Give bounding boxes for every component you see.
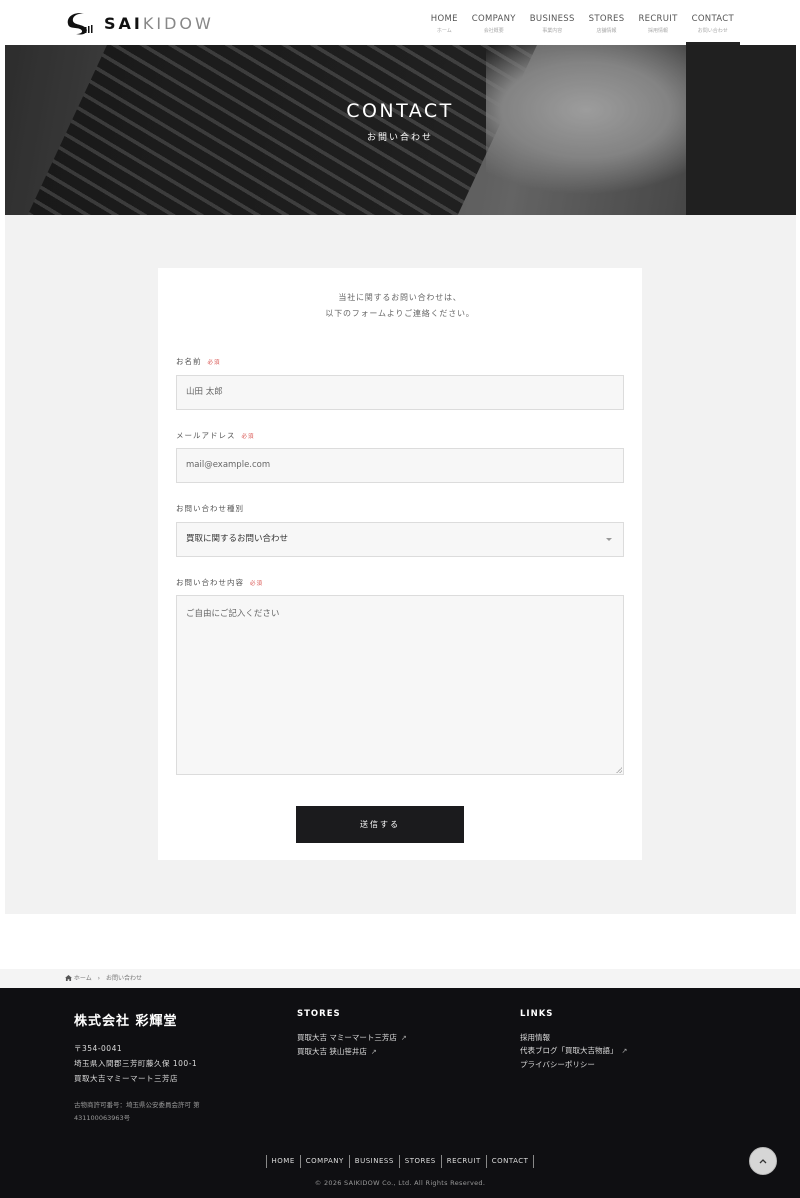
resize-handle-icon[interactable] — [616, 767, 622, 773]
footer-company-name: 株式会社 彩輝堂 — [74, 1014, 178, 1029]
breadcrumb: ホーム › お問い合わせ — [0, 969, 800, 988]
logo-text: SAIKIDOW — [104, 13, 214, 33]
page-subtitle: お問い合わせ — [366, 133, 433, 143]
footer-link-blog[interactable]: 代表ブログ「買取大吉物語」 ↗ — [520, 1044, 627, 1058]
form-intro: 当社に関するお問い合わせは、 以下のフォームよりご連絡ください。 — [325, 293, 475, 318]
nav-item-company[interactable]: COMPANY 会社概要 — [472, 14, 516, 45]
footer-nav-stores[interactable]: STORES — [398, 1155, 441, 1168]
message-label: お問い合わせ内容 必須 — [176, 578, 264, 587]
external-link-icon: ↗ — [400, 1034, 407, 1042]
footer-nav-company[interactable]: COMPANY — [299, 1155, 349, 1168]
inquiry-type-select[interactable]: 買取に関するお問い合わせ — [176, 522, 624, 557]
footer-links-heading: LINKS — [520, 1009, 554, 1019]
back-to-top-button[interactable] — [749, 1147, 777, 1175]
nav-item-business[interactable]: BUSINESS 事業内容 — [530, 14, 575, 45]
name-field[interactable]: 山田 太郎 — [176, 375, 624, 410]
nav-item-contact[interactable]: CONTACT お問い合わせ — [685, 14, 741, 45]
external-link-icon: ↗ — [621, 1047, 628, 1055]
footer-link-recruit[interactable]: 採用情報 — [520, 1031, 627, 1044]
email-field[interactable]: mail@example.com — [176, 448, 624, 483]
email-label: メールアドレス 必須 — [176, 431, 255, 440]
site-header: SAIKIDOW HOME ホーム COMPANY 会社概要 BUSINESS 事業内… — [0, 0, 800, 45]
logo-mark-icon — [67, 13, 93, 35]
copyright: © 2026 SAIKIDOW Co., Ltd. All Rights Res… — [314, 1179, 486, 1187]
message-textarea[interactable]: ご自由にご記入ください — [176, 595, 624, 775]
site-footer: 株式会社 彩輝堂 〒354-0041 埼玉県入間郡三芳町藤久保 100-1 買取… — [0, 988, 800, 1198]
footer-store-link[interactable]: 買取大吉 マミーマート三芳店 ↗ — [297, 1031, 407, 1045]
nav-item-home[interactable]: HOME ホーム — [431, 14, 458, 45]
page-title: CONTACT — [346, 100, 454, 122]
breadcrumb-home[interactable]: ホーム — [74, 975, 92, 982]
footer-stores-list: 買取大吉 マミーマート三芳店 ↗ 買取大吉 狭山笹井店 ↗ — [297, 1031, 407, 1059]
type-label: お問い合わせ種別 — [176, 504, 244, 513]
footer-store-link[interactable]: 買取大吉 狭山笹井店 ↗ — [297, 1045, 407, 1059]
name-label: お名前 必須 — [176, 357, 221, 366]
nav-item-recruit[interactable]: RECRUIT 採用情報 — [638, 14, 677, 45]
chevron-down-icon — [606, 538, 612, 541]
chevron-right-icon: › — [97, 975, 101, 982]
chevron-up-icon — [759, 1159, 767, 1164]
message-placeholder: ご自由にご記入ください — [186, 609, 280, 619]
footer-nav-recruit[interactable]: RECRUIT — [440, 1155, 486, 1168]
external-link-icon: ↗ — [370, 1048, 377, 1056]
footer-link-privacy[interactable]: プライバシーポリシー — [520, 1058, 627, 1071]
required-badge: 必須 — [250, 581, 264, 587]
submit-button[interactable]: 送信する — [296, 806, 464, 843]
inquiry-type-value: 買取に関するお問い合わせ — [186, 534, 289, 544]
footer-license: 古物商許可番号：埼玉県公安委員会許可 第431100063963号 — [74, 1101, 200, 1122]
footer-links-list: 採用情報 代表ブログ「買取大吉物語」 ↗ プライバシーポリシー — [520, 1031, 627, 1071]
nav-item-stores[interactable]: STORES 店舗情報 — [589, 14, 625, 45]
home-icon — [65, 975, 72, 981]
footer-nav-business[interactable]: BUSINESS — [348, 1155, 399, 1168]
footer-nav: HOME COMPANY BUSINESS STORES RECRUIT CONTACT — [0, 1155, 800, 1168]
footer-address: 〒354-0041 埼玉県入間郡三芳町藤久保 100-1 買取大吉マミーマート三… — [74, 1044, 198, 1083]
site-logo[interactable]: SAIKIDOW — [64, 10, 214, 36]
footer-stores-heading: STORES — [297, 1009, 341, 1019]
main-nav: HOME ホーム COMPANY 会社概要 BUSINESS 事業内容 STORES 店… — [417, 14, 741, 45]
breadcrumb-current: お問い合わせ — [106, 975, 143, 982]
required-badge: 必須 — [207, 360, 221, 366]
footer-nav-home[interactable]: HOME — [265, 1155, 300, 1168]
footer-nav-contact[interactable]: CONTACT — [485, 1155, 535, 1168]
required-badge: 必須 — [241, 434, 255, 440]
